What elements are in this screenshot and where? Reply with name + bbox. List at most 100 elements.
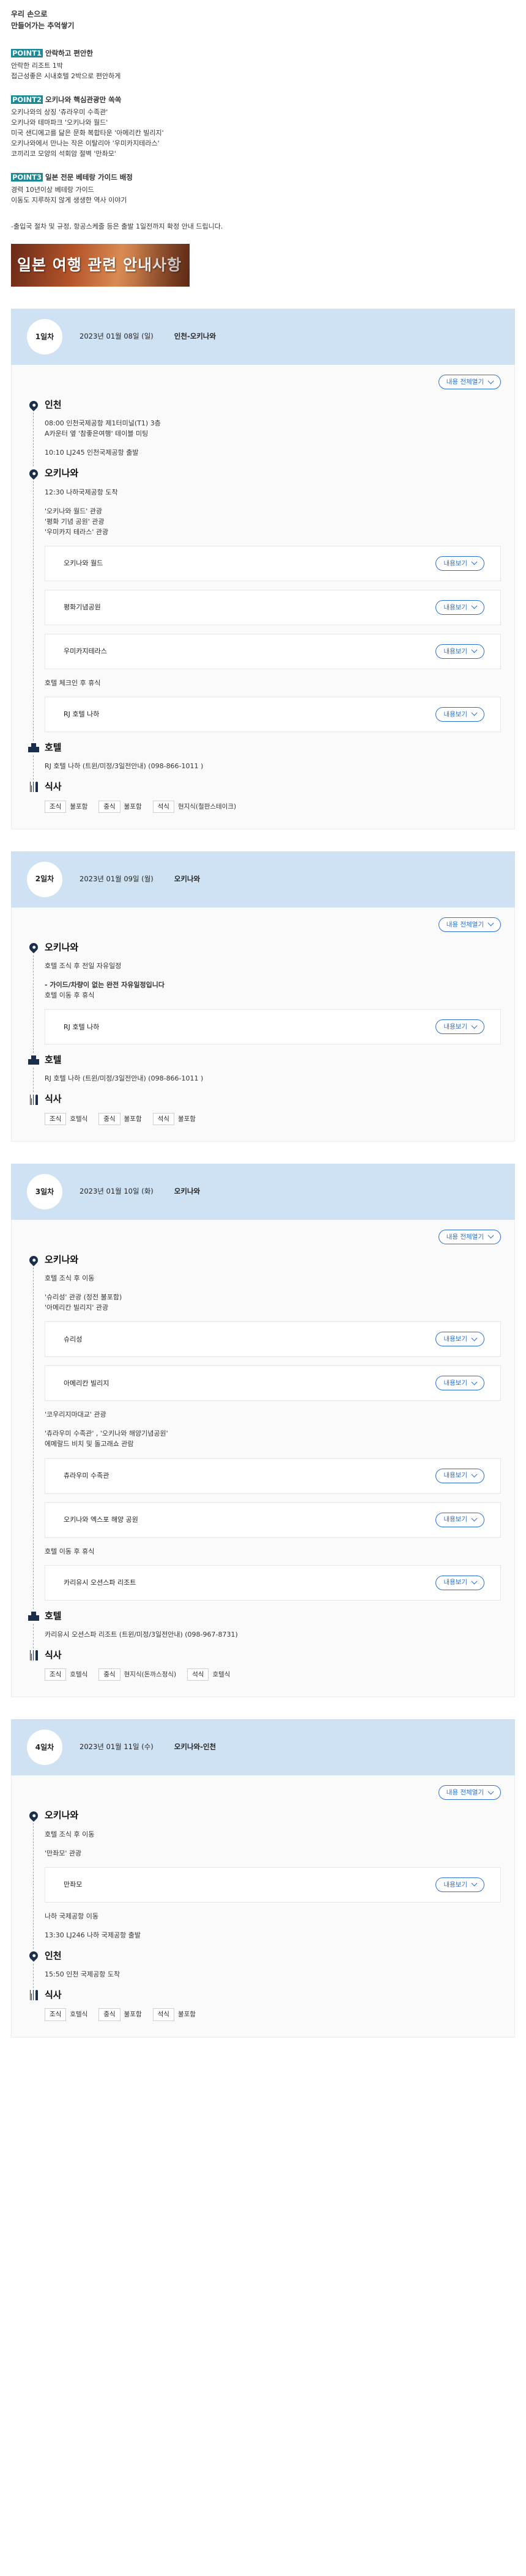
- chevron-down-icon: [471, 603, 478, 609]
- meal-value: 불포함: [124, 1115, 142, 1123]
- schedule-text: - 가이드/차량이 없는 완전 자유일정입니다: [45, 981, 165, 989]
- schedule-text: 에메랄드 비치 및 돌고래쇼 관람: [45, 1440, 134, 1448]
- chevron-down-icon: [471, 1471, 478, 1478]
- chevron-down-icon: [487, 378, 494, 384]
- meal-value: 불포함: [124, 802, 142, 810]
- toggle-row: 내용 전체열기: [28, 375, 501, 390]
- meal-value: 호텔식: [70, 2011, 88, 2019]
- day-body: 내용 전체열기 인천 08:00 인천국제공항 제1터미널(T1) 3층 A카운터 옆…: [11, 365, 515, 829]
- view-details-button[interactable]: 내용보기: [435, 556, 484, 571]
- map-pin-icon: [28, 1950, 40, 1962]
- view-details-button[interactable]: 내용보기: [435, 1877, 484, 1892]
- attraction-name: 오키나와 월드: [64, 559, 103, 568]
- day-section: 1일차 2023년 01월 08일 (일) 인천-오키나와 내용 전체열기 인천 08:0…: [11, 309, 515, 829]
- schedule-text: 10:10 LJ245 인천국제공항 출발: [45, 449, 139, 457]
- map-pin-icon: [28, 398, 40, 411]
- meal-section: 식사조식 호텔식 중식 현지식(돈까스정식) 석식 호텔식: [28, 1648, 501, 1681]
- chevron-down-icon: [471, 647, 478, 653]
- meal-row: 조식 불포함 중식 불포함 석식 현지식(철판스테이크): [45, 800, 501, 813]
- point-line: 코끼리코 모양의 석회암 절벽 '만좌모': [11, 150, 116, 158]
- point-head-text: 일본 전문 베테랑 가이드 배정: [45, 173, 133, 182]
- point-line: 접근성좋은 시내호텔 2박으로 편안하게: [11, 72, 121, 81]
- day-header: 4일차 2023년 01월 11일 (수) 오키나와-인천: [11, 1719, 515, 1776]
- attraction-card: RJ 호텔 나하 내용보기: [45, 696, 501, 732]
- toggle-row: 내용 전체열기: [28, 1785, 501, 1800]
- view-details-button[interactable]: 내용보기: [435, 1332, 484, 1347]
- attraction-card: 오키나와 엑스포 해양 공원 내용보기: [45, 1502, 501, 1538]
- meal-row: 조식 호텔식 중식 현지식(돈까스정식) 석식 호텔식: [45, 1668, 501, 1681]
- hotel-icon: [28, 1055, 40, 1065]
- hotel-section-title: 호텔: [28, 1053, 501, 1067]
- pill-label: 내용보기: [443, 1379, 467, 1387]
- attraction-card: 만좌모 내용보기: [45, 1866, 501, 1903]
- view-details-button[interactable]: 내용보기: [435, 1376, 484, 1391]
- view-details-button[interactable]: 내용보기: [435, 1468, 484, 1483]
- view-details-button[interactable]: 내용보기: [435, 1019, 484, 1035]
- day-badge: 2일차: [27, 861, 62, 897]
- expand-all-button[interactable]: 내용 전체열기: [438, 917, 501, 932]
- schedule-text: '만좌모' 관광: [45, 1849, 82, 1857]
- pill-label: 내용 전체열기: [446, 1233, 484, 1241]
- info-banner[interactable]: 일본 여행 관련 안내사항: [11, 244, 190, 287]
- chevron-down-icon: [471, 1515, 478, 1522]
- map-pin-icon: [28, 468, 40, 480]
- meal-value: 불포함: [124, 2011, 142, 2019]
- meal-value: 현지식(돈까스정식): [124, 1671, 177, 1679]
- place-section: 인천 15:50 인천 국제공항 도착: [28, 1949, 501, 1989]
- point-line: 경력 10년이상 베테랑 가이드: [11, 185, 94, 194]
- view-details-button[interactable]: 내용보기: [435, 706, 484, 722]
- chevron-down-icon: [471, 1022, 478, 1029]
- point-line: 오키나와에서 만나는 작은 이탈리아 '우미카지테라스': [11, 139, 160, 148]
- schedule-text: '평화 기념 공원' 관광: [45, 517, 105, 526]
- expand-all-button[interactable]: 내용 전체열기: [438, 375, 501, 390]
- schedule-text: '슈리성' 관광 (정전 불포함): [45, 1293, 122, 1302]
- meal-value: 불포함: [177, 2011, 196, 2019]
- expand-all-button[interactable]: 내용 전체열기: [438, 1229, 501, 1244]
- point-block: POINT2 오키나와 핵심관광만 쏙쏙 오키나와의 상징 '츄라우미 수족관' 오…: [11, 95, 515, 159]
- hotel-section-title: 호텔: [28, 741, 501, 755]
- point-tag: POINT2: [11, 95, 43, 105]
- point-line: 이동도 지루하지 않게 생생한 역사 이야기: [11, 196, 127, 204]
- pill-label: 내용보기: [443, 1335, 467, 1343]
- attraction-name: 오키나와 엑스포 해양 공원: [64, 1515, 138, 1524]
- schedule-text: 나하 국제공항 이동: [45, 1912, 98, 1920]
- view-details-button[interactable]: 내용보기: [435, 644, 484, 659]
- pill-label: 내용보기: [443, 710, 467, 718]
- attraction-card: 카리유시 오션스파 리조트 내용보기: [45, 1565, 501, 1601]
- meal-value: 현지식(철판스테이크): [177, 802, 237, 810]
- attraction-name: 아메리칸 빌리지: [64, 1379, 109, 1387]
- meal-value: 호텔식: [212, 1671, 231, 1679]
- place-section-title: 오키나와: [28, 1253, 501, 1267]
- view-details-button[interactable]: 내용보기: [435, 1512, 484, 1527]
- map-pin-icon: [28, 941, 40, 954]
- section-title-text: 식사: [45, 1649, 62, 1660]
- point-tag: POINT1: [11, 49, 43, 58]
- section-title-text: 인천: [45, 1950, 62, 1961]
- utensils-icon: [28, 1990, 40, 2001]
- meal-value: 호텔식: [70, 1671, 88, 1679]
- point-block: POINT3 일본 전문 베테랑 가이드 배정 경력 10년이상 베테랑 가이드 이…: [11, 172, 515, 205]
- day-badge: 1일차: [27, 319, 62, 355]
- chevron-down-icon: [471, 1335, 478, 1341]
- place-section-title: 인천: [28, 398, 501, 412]
- chevron-down-icon: [471, 1578, 478, 1585]
- section-title-text: 식사: [45, 1093, 62, 1105]
- timeline-line: [33, 1623, 34, 1648]
- expand-all-button[interactable]: 내용 전체열기: [438, 1785, 501, 1800]
- day-badge: 3일차: [27, 1173, 62, 1209]
- point-line: 오키나와 테마파크 '오키나와 월드': [11, 118, 108, 127]
- place-section-title: 오키나와: [28, 1808, 501, 1822]
- attraction-name: 츄라우미 수족관: [64, 1471, 109, 1480]
- attraction-name: 우미카지테라스: [64, 647, 107, 656]
- pill-label: 내용 전체열기: [446, 1789, 484, 1797]
- toggle-row: 내용 전체열기: [28, 1229, 501, 1244]
- view-details-button[interactable]: 내용보기: [435, 600, 484, 615]
- timeline-line: [33, 1963, 34, 1989]
- utensils-icon: [28, 1649, 40, 1660]
- meal-section: 식사 조식 호텔식 중식 불포함 석식 불포함: [28, 1092, 501, 1125]
- intro-section: 우리 손으로 만들어가는 추억쌓기 POINT1 안락하고 편안한 안락한 리조트…: [0, 0, 526, 287]
- point-line: 미국 샌디에고를 닮은 문화 복합타운 '아메리칸 빌리지': [11, 129, 164, 137]
- attraction-card: 아메리칸 빌리지 내용보기: [45, 1365, 501, 1401]
- meal-label: 조식: [45, 1112, 67, 1125]
- view-details-button[interactable]: 내용보기: [435, 1575, 484, 1590]
